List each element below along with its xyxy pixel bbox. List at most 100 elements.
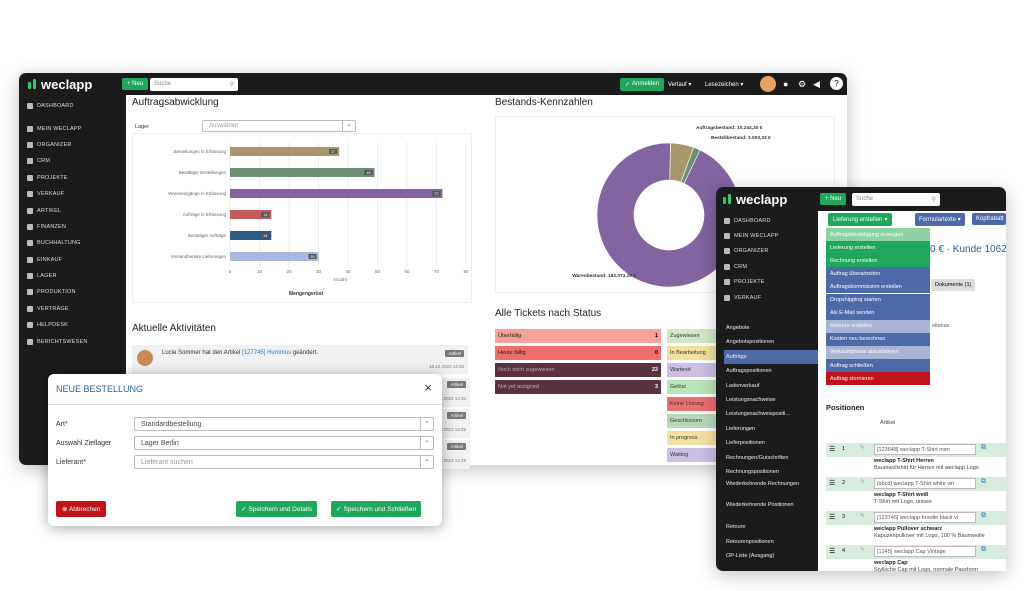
subnav-item[interactable]: Lieferungen xyxy=(724,422,818,436)
ticket-status-row[interactable]: Noch nicht zugewiesen 23 xyxy=(495,363,661,377)
sidebar-item-buchhaltung[interactable]: BUCHHALTUNG xyxy=(19,235,126,251)
ticket-status-row[interactable]: Heute fällig 0 xyxy=(495,346,661,360)
new-button[interactable]: + Neu xyxy=(122,78,149,90)
sidebar-item-mein-weclapp[interactable]: MEIN WECLAPP xyxy=(19,120,126,136)
sidebar-item-dashboard[interactable]: DASHBOARD xyxy=(19,98,126,114)
sidebar-item-artikel[interactable]: ARTIKEL xyxy=(19,202,126,218)
sidebar-item-projekte[interactable]: PROJEKTE xyxy=(716,275,818,290)
abbrechen-button[interactable]: ⊗ Abbrechen xyxy=(56,501,107,517)
kopfrabatt-button[interactable]: Kopfrabatt xyxy=(972,213,1006,225)
menu-item-kosten-neu-berechnen[interactable]: Kosten neu berechnen xyxy=(826,332,930,346)
menu-item-auftrag-überarbeiten[interactable]: Auftrag überarbeiten xyxy=(826,267,930,281)
bar[interactable] xyxy=(230,147,340,156)
edit-icon[interactable]: ✎ xyxy=(860,445,865,451)
subnav-item[interactable]: Wiederkehrende Rechnungen xyxy=(724,479,818,499)
sidebar-item-helpdesk[interactable]: HELPDESK xyxy=(19,317,126,333)
sidebar-item-organizer[interactable]: ORGANIZER xyxy=(19,137,126,153)
menu-item-retoure-erstellen[interactable]: Retoure erstellen xyxy=(826,319,930,333)
lesezeichen-menu[interactable]: Lesezeichen ▾ xyxy=(705,81,743,88)
notifications-icon[interactable]: ● xyxy=(783,79,788,89)
sidebar-item-organizer[interactable]: ORGANIZER xyxy=(716,244,818,259)
edit-icon[interactable]: ✎ xyxy=(860,479,865,485)
tab-dokumente[interactable]: Dokumente (1) xyxy=(931,279,976,291)
lager-select[interactable]: Auswählen ⌄ xyxy=(202,120,356,132)
drag-handle-icon[interactable]: ☰ xyxy=(829,547,835,555)
sidebar-item-crm[interactable]: CRM xyxy=(19,153,126,169)
ticket-status-row[interactable]: Überfällig 1 xyxy=(495,329,661,343)
subnav-item[interactable]: Retoure xyxy=(724,520,818,534)
lieferung-erstellen-button[interactable]: Lieferung erstellen ▾ xyxy=(828,213,893,226)
sidebar-item-berichtswesen[interactable]: BERICHTSWESEN xyxy=(19,333,126,349)
menu-item-dropshipping-starten[interactable]: Dropshipping starten xyxy=(826,293,930,307)
menu-item-lieferung-erstellen[interactable]: Lieferung erstellen xyxy=(826,241,930,255)
art-select[interactable]: Standardbestellung ⌄ xyxy=(134,417,434,431)
subnav-item[interactable]: Angebotspositionen xyxy=(724,335,818,349)
subnav-item[interactable]: Angebote xyxy=(724,321,818,335)
menu-item-auftragskommission-erstellen[interactable]: Auftragskommission erstellen xyxy=(826,280,930,294)
sidebar-item-dashboard[interactable]: DASHBOARD xyxy=(716,213,818,228)
sidebar-item-produktion[interactable]: PRODUKTION xyxy=(19,284,126,300)
subnav-item[interactable]: OP-Liste (Ausgang) xyxy=(724,549,818,563)
save-close-button[interactable]: ✓ Speichern und Schließen xyxy=(331,501,422,517)
close-icon[interactable]: × xyxy=(424,380,432,395)
activity-link[interactable]: [127745] Hummus xyxy=(242,350,291,356)
subnav-item[interactable]: Rechnungspositionen xyxy=(724,465,818,479)
open-link-icon[interactable]: ⧉ xyxy=(981,478,986,486)
article-field[interactable]: [abcd] weclapp T-Shirt white vin xyxy=(874,478,976,489)
subnav-item[interactable]: Ladenverkauf xyxy=(724,379,818,393)
menu-item-auftrag-schließen[interactable]: Auftrag schließen xyxy=(826,359,930,372)
position-row[interactable]: ☰ 2 ✎ [abcd] weclapp T-Shirt white vin ⧉ xyxy=(826,477,1006,491)
open-link-icon[interactable]: ⧉ xyxy=(981,512,986,520)
sidebar-item-lager[interactable]: LAGER xyxy=(19,268,126,284)
sidebar-item-einkauf[interactable]: EINKAUF xyxy=(19,252,126,268)
activity-user[interactable]: Lucie Sommer xyxy=(162,350,201,356)
sidebar-item-verkauf[interactable]: VERKAUF xyxy=(19,186,126,202)
position-row[interactable]: ☰ 4 ✎ [1245] weclapp Cap Vintage ⧉ xyxy=(826,545,1006,559)
sidebar-item-projekte[interactable]: PROJEKTE xyxy=(19,170,126,186)
activity-item[interactable]: Lucie Sommer hat den Artikel [127745] Hu… xyxy=(132,345,468,374)
verlauf-menu[interactable]: Verlauf ▾ xyxy=(668,81,691,88)
megaphone-icon[interactable]: ◀ xyxy=(813,79,820,90)
sidebar-item-verträge[interactable]: VERTRÄGE xyxy=(19,301,126,317)
menu-item-auftrag-stornieren[interactable]: Auftrag stornieren xyxy=(826,372,930,386)
drag-handle-icon[interactable]: ☰ xyxy=(829,513,835,521)
sidebar-item-mein-weclapp[interactable]: MEIN WECLAPP xyxy=(716,228,818,243)
subnav-item[interactable]: Retourenpositionen xyxy=(724,535,818,549)
drag-handle-icon[interactable]: ☰ xyxy=(829,479,835,487)
new-button[interactable]: + Neu xyxy=(820,193,847,205)
subnav-item[interactable]: Rechnungen/Gutschriften xyxy=(724,451,818,465)
position-row[interactable]: ☰ 3 ✎ [123745] weclapp hoodie black vi ⧉ xyxy=(826,511,1006,525)
article-field[interactable]: [123648] weclapp T-Shirt men xyxy=(874,444,976,455)
bar[interactable] xyxy=(230,168,375,177)
subnav-item[interactable]: Auftragspositionen xyxy=(724,364,818,378)
subnav-item[interactable]: Leistungsnachweise xyxy=(724,393,818,407)
open-link-icon[interactable]: ⧉ xyxy=(981,546,986,554)
menu-item-als-e-mail-senden[interactable]: Als E-Mail senden xyxy=(826,306,930,320)
search-input[interactable]: Suche ⚲ xyxy=(150,77,238,91)
subnav-item[interactable]: Leistungsnachweispositi... xyxy=(724,407,818,421)
sidebar-item-finanzen[interactable]: FINANZEN xyxy=(19,219,126,235)
lieferant-input[interactable]: Lieferant suchen ⌄ xyxy=(134,455,434,469)
open-link-icon[interactable]: ⧉ xyxy=(981,444,986,452)
subnav-item[interactable]: Wiederkehrende Positionen xyxy=(724,500,818,520)
avatar[interactable] xyxy=(760,76,776,92)
help-icon[interactable]: ? xyxy=(830,77,843,90)
bar[interactable] xyxy=(230,189,443,198)
drag-handle-icon[interactable]: ☰ xyxy=(829,445,835,453)
formulartexte-button[interactable]: Formulartexte ▾ xyxy=(915,213,965,226)
subnav-item[interactable]: Lieferpositionen xyxy=(724,436,818,450)
menu-item-auftragsbestätigung-erzeugen[interactable]: Auftragsbestätigung erzeugen xyxy=(826,228,930,241)
subnav-item[interactable]: Aufträge xyxy=(724,349,818,364)
ticket-status-row[interactable]: Not yet assigned 3 xyxy=(495,380,661,394)
edit-icon[interactable]: ✎ xyxy=(860,547,865,553)
anmelden-button[interactable]: ✓ Anmelden xyxy=(620,77,665,91)
save-details-button[interactable]: ✓ Speichern und Details xyxy=(236,501,318,517)
gear-icon[interactable]: ⚙ xyxy=(798,79,806,90)
search-input[interactable]: Suche ⚲ xyxy=(852,192,940,206)
sidebar-item-verkauf[interactable]: VERKAUF xyxy=(716,290,818,305)
edit-icon[interactable]: ✎ xyxy=(860,513,865,519)
ziellager-select[interactable]: Lager Berlin ⌄ xyxy=(134,436,434,450)
article-field[interactable]: [1245] weclapp Cap Vintage xyxy=(874,546,976,557)
menu-item-verkaufspreise-aktualisieren[interactable]: Verkaufspreise aktualisieren xyxy=(826,345,930,359)
menu-item-rechnung-erstellen[interactable]: Rechnung erstellen xyxy=(826,254,930,268)
